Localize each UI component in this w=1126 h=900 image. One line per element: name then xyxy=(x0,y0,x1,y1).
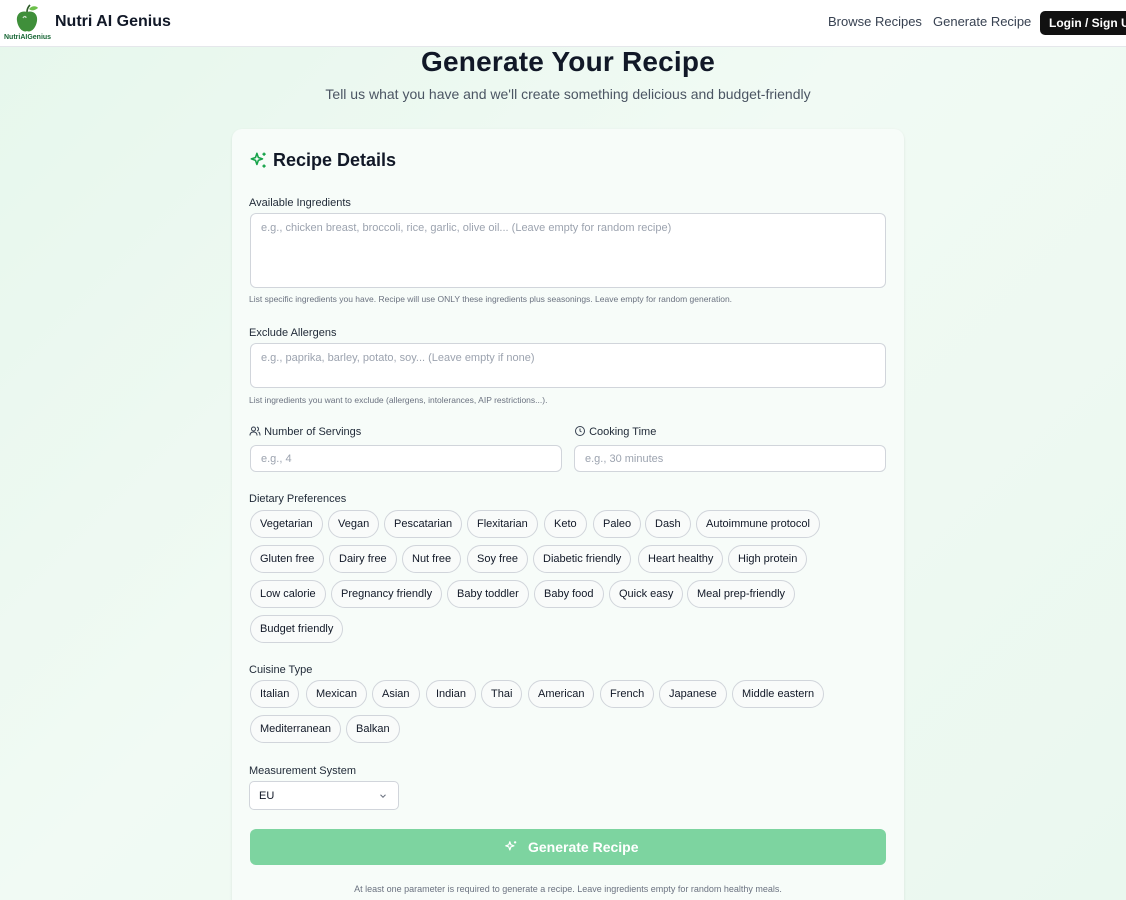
page-title: Generate Your Recipe xyxy=(421,46,715,77)
allergens-label: Exclude Allergens xyxy=(249,327,337,339)
servings-input[interactable]: e.g., 4 xyxy=(250,445,562,472)
chip-american[interactable]: American xyxy=(528,680,595,708)
sparkles-icon xyxy=(250,152,266,168)
servings-label: Number of Servings xyxy=(249,425,361,438)
chip-baby-toddler[interactable]: Baby toddler xyxy=(447,580,529,608)
measurement-label: Measurement System xyxy=(249,765,356,777)
generate-recipe-button[interactable]: Generate Recipe xyxy=(250,829,886,865)
cooking-time-label: Cooking Time xyxy=(574,425,656,438)
brand-name[interactable]: Nutri AI Genius xyxy=(55,13,171,31)
cooking-time-label-text: Cooking Time xyxy=(589,426,657,438)
chip-mediterranean[interactable]: Mediterranean xyxy=(250,715,341,743)
nav-browse-recipes[interactable]: Browse Recipes xyxy=(828,14,922,29)
users-icon xyxy=(249,426,261,436)
chip-baby-food[interactable]: Baby food xyxy=(534,580,604,608)
chip-low-calorie[interactable]: Low calorie xyxy=(250,580,326,608)
cuisine-label: Cuisine Type xyxy=(249,664,313,676)
chip-heart-healthy[interactable]: Heart healthy xyxy=(638,545,724,573)
allergens-placeholder: e.g., paprika, barley, potato, soy... (L… xyxy=(261,352,535,364)
chip-french[interactable]: French xyxy=(600,680,655,708)
nav-generate-recipe[interactable]: Generate Recipe xyxy=(933,14,1031,29)
ingredients-placeholder: e.g., chicken breast, broccoli, rice, ga… xyxy=(261,222,672,234)
chip-indian[interactable]: Indian xyxy=(426,680,476,708)
page-subtitle: Tell us what you have and we'll create s… xyxy=(325,86,811,102)
measurement-selected-value: EU xyxy=(259,790,275,802)
recipe-details-card: Recipe Details Available Ingredients e.g… xyxy=(232,129,904,900)
ingredients-label: Available Ingredients xyxy=(249,197,351,209)
chip-middle-eastern[interactable]: Middle eastern xyxy=(732,680,825,708)
chip-nut-free[interactable]: Nut free xyxy=(402,545,462,573)
dietary-label: Dietary Preferences xyxy=(249,493,347,505)
chevron-down-icon xyxy=(380,794,386,798)
chip-budget-friendly[interactable]: Budget friendly xyxy=(250,615,344,643)
chip-italian[interactable]: Italian xyxy=(250,680,300,708)
chip-autoimmune-protocol[interactable]: Autoimmune protocol xyxy=(696,510,820,538)
chip-thai[interactable]: Thai xyxy=(481,680,523,708)
chip-flexitarian[interactable]: Flexitarian xyxy=(467,510,538,538)
chip-vegan[interactable]: Vegan xyxy=(328,510,380,538)
chip-pregnancy-friendly[interactable]: Pregnancy friendly xyxy=(331,580,443,608)
chip-balkan[interactable]: Balkan xyxy=(346,715,400,743)
ingredients-hint: List specific ingredients you have. Reci… xyxy=(249,294,733,304)
servings-placeholder: e.g., 4 xyxy=(261,453,292,465)
top-navbar: NutriAIGenius Nutri AI Genius Browse Rec… xyxy=(0,0,1126,47)
cooking-time-input[interactable]: e.g., 30 minutes xyxy=(574,445,886,472)
chip-vegetarian[interactable]: Vegetarian xyxy=(250,510,323,538)
chip-pescatarian[interactable]: Pescatarian xyxy=(384,510,463,538)
chip-quick-easy[interactable]: Quick easy xyxy=(609,580,684,608)
chip-soy-free[interactable]: Soy free xyxy=(467,545,528,573)
chip-high-protein[interactable]: High protein xyxy=(728,545,808,573)
sparkles-icon xyxy=(505,841,517,851)
card-title-label: Recipe Details xyxy=(273,150,397,170)
chip-mexican[interactable]: Mexican xyxy=(306,680,367,708)
servings-label-text: Number of Servings xyxy=(264,426,362,438)
cooking-time-placeholder: e.g., 30 minutes xyxy=(585,453,664,465)
clock-icon xyxy=(575,426,585,436)
chip-diabetic-friendly[interactable]: Diabetic friendly xyxy=(533,545,632,573)
chip-dairy-free[interactable]: Dairy free xyxy=(329,545,397,573)
chip-japanese[interactable]: Japanese xyxy=(659,680,727,708)
apple-logo-icon xyxy=(16,4,38,32)
chip-gluten-free[interactable]: Gluten free xyxy=(250,545,325,573)
allergens-hint: List ingredients you want to exclude (al… xyxy=(249,395,548,405)
chip-asian[interactable]: Asian xyxy=(372,680,420,708)
chip-meal-prep-friendly[interactable]: Meal prep-friendly xyxy=(687,580,796,608)
generate-requirement-hint: At least one parameter is required to ge… xyxy=(354,884,782,894)
allergens-textarea[interactable]: e.g., paprika, barley, potato, soy... (L… xyxy=(250,343,886,388)
chip-keto[interactable]: Keto xyxy=(544,510,587,538)
measurement-select[interactable]: EU xyxy=(249,781,399,810)
ingredients-textarea[interactable]: e.g., chicken breast, broccoli, rice, ga… xyxy=(250,213,886,288)
login-signup-button[interactable]: Login / Sign Up xyxy=(1040,11,1126,35)
generate-recipe-button-label: Generate Recipe xyxy=(528,839,639,855)
chip-paleo[interactable]: Paleo xyxy=(593,510,642,538)
logo-caption: NutriAIGenius xyxy=(4,34,52,41)
chip-dash[interactable]: Dash xyxy=(645,510,691,538)
app-logo[interactable]: NutriAIGenius xyxy=(4,4,52,44)
